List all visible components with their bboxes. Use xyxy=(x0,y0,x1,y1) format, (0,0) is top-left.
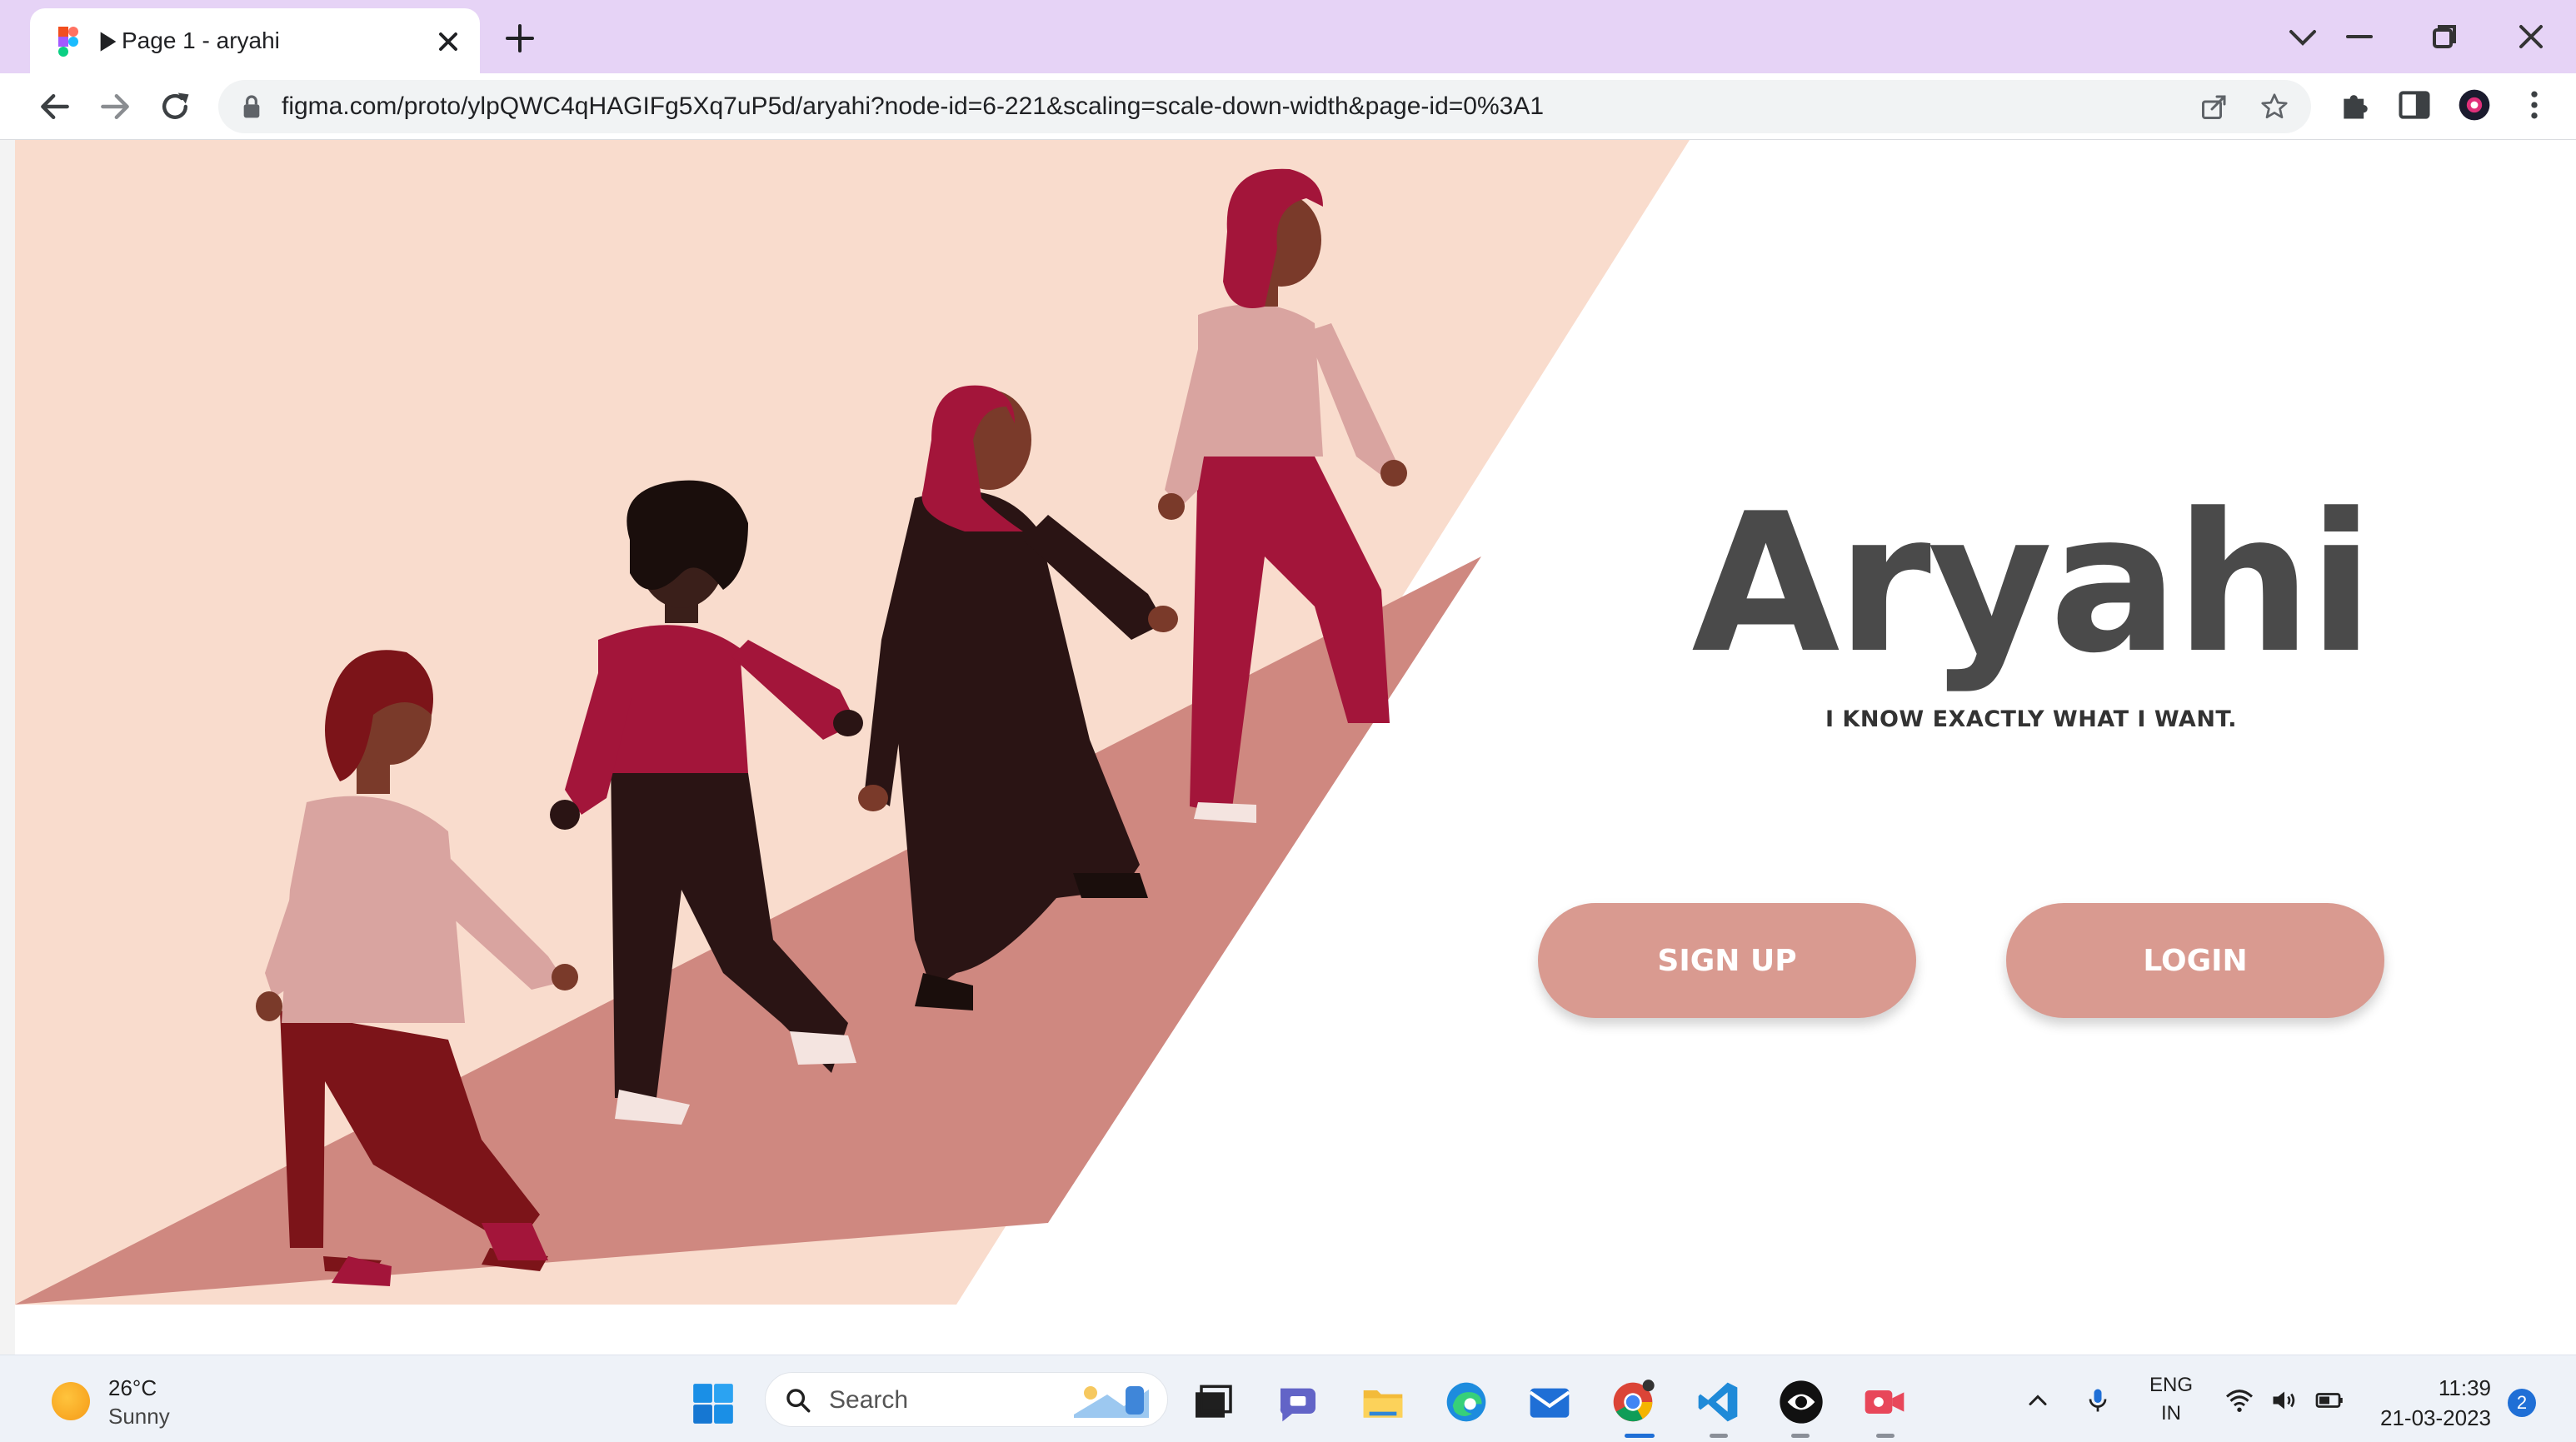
vscode-icon[interactable] xyxy=(1695,1379,1741,1425)
chrome-active-indicator xyxy=(1625,1434,1655,1438)
star-icon[interactable] xyxy=(2259,92,2289,122)
recorder-open-indicator xyxy=(1876,1434,1895,1438)
profile-avatar-icon[interactable] xyxy=(2456,87,2493,123)
reload-icon[interactable] xyxy=(157,88,193,125)
weather-temperature[interactable]: 26°C xyxy=(108,1375,157,1401)
edge-browser-icon[interactable] xyxy=(1443,1379,1490,1425)
close-window-icon[interactable] xyxy=(2511,17,2551,57)
app-eye-icon[interactable] xyxy=(1778,1379,1825,1425)
side-panel-icon[interactable] xyxy=(2396,87,2433,123)
kebab-menu-icon[interactable] xyxy=(2516,87,2553,123)
browser-toolbar: figma.com/proto/ylpQWC4qHAGIFg5Xq7uP5d/a… xyxy=(0,73,2576,140)
screen-recorder-icon[interactable] xyxy=(1861,1379,1908,1425)
windows-start-icon[interactable] xyxy=(691,1382,735,1425)
windows-taskbar: 26°C Sunny Search ENG IN 11:39 21-03-202… xyxy=(0,1355,2576,1442)
notification-badge[interactable]: 2 xyxy=(2508,1389,2536,1417)
tab-title: Page 1 - aryahi xyxy=(122,27,280,53)
wifi-icon[interactable] xyxy=(2224,1385,2254,1415)
login-button[interactable]: LOGIN xyxy=(2006,903,2384,1018)
search-placeholder: Search xyxy=(829,1386,909,1414)
browser-tab-strip: Page 1 - aryahi xyxy=(0,0,2576,73)
chevron-up-icon[interactable] xyxy=(2023,1385,2053,1415)
figma-icon xyxy=(58,27,78,57)
brand-logo-text: Aryahi xyxy=(1691,473,2374,696)
back-arrow-icon[interactable] xyxy=(37,88,73,125)
weather-description[interactable]: Sunny xyxy=(108,1404,170,1430)
task-view-icon[interactable] xyxy=(1190,1379,1236,1425)
minimize-icon[interactable] xyxy=(2339,17,2379,57)
prototype-page: Aryahi I KNOW EXACTLY WHAT I WANT. SIGN … xyxy=(15,140,2573,1355)
taskbar-search-box[interactable]: Search xyxy=(765,1372,1168,1427)
chrome-icon[interactable] xyxy=(1610,1379,1656,1425)
hero-illustration xyxy=(15,140,1690,1305)
plus-icon[interactable] xyxy=(503,22,537,55)
app-eye-open-indicator xyxy=(1791,1434,1810,1438)
clock-date[interactable]: 21-03-2023 xyxy=(2366,1405,2491,1431)
share-icon[interactable] xyxy=(2199,92,2229,122)
battery-icon[interactable] xyxy=(2314,1385,2344,1415)
puzzle-icon[interactable] xyxy=(2338,87,2374,123)
language-indicator-top[interactable]: ENG xyxy=(2138,1374,2204,1397)
search-highlight-icon xyxy=(1074,1386,1149,1418)
file-explorer-icon[interactable] xyxy=(1360,1379,1406,1425)
lock-icon[interactable] xyxy=(240,93,263,120)
close-icon[interactable] xyxy=(433,27,463,57)
sign-up-button[interactable]: SIGN UP xyxy=(1538,903,1916,1018)
brand-tagline: I KNOW EXACTLY WHAT I WANT. xyxy=(1825,706,2237,732)
forward-arrow-icon[interactable] xyxy=(97,88,133,125)
clock-time[interactable]: 11:39 xyxy=(2416,1375,2491,1401)
microphone-icon[interactable] xyxy=(2083,1385,2113,1415)
mail-icon[interactable] xyxy=(1526,1379,1573,1425)
weather-sun-icon[interactable] xyxy=(52,1382,90,1420)
browser-tab[interactable]: Page 1 - aryahi xyxy=(30,8,480,73)
vscode-open-indicator xyxy=(1710,1434,1728,1438)
volume-icon[interactable] xyxy=(2269,1385,2299,1415)
restore-icon[interactable] xyxy=(2424,17,2464,57)
search-icon xyxy=(786,1389,811,1413)
teams-chat-icon[interactable] xyxy=(1275,1379,1321,1425)
page-left-gutter xyxy=(0,140,15,1355)
address-bar[interactable]: figma.com/proto/ylpQWC4qHAGIFg5Xq7uP5d/a… xyxy=(218,80,2311,133)
chevron-down-icon[interactable] xyxy=(2283,17,2323,57)
play-icon xyxy=(100,32,117,52)
url-text: figma.com/proto/ylpQWC4qHAGIFg5Xq7uP5d/a… xyxy=(282,92,1545,120)
language-indicator-bottom[interactable]: IN xyxy=(2138,1402,2204,1425)
